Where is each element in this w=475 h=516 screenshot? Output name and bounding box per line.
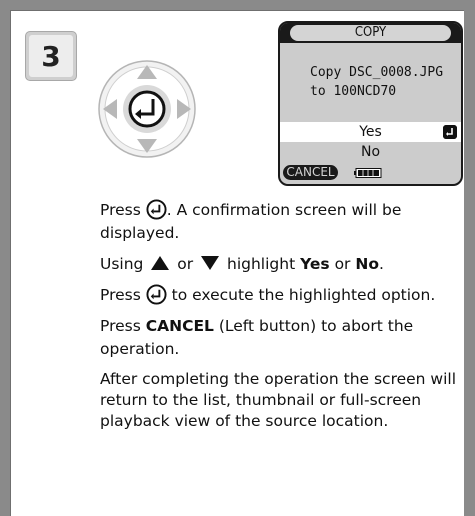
screen-message-line2: to 100NCD70: [310, 84, 397, 99]
text: or: [334, 255, 351, 273]
text: highlight: [227, 255, 296, 273]
instruction-1: Press . A confirmation screen will be di…: [100, 199, 470, 245]
instruction-2: Using or highlight Yes or No.: [100, 253, 470, 276]
screen-title: COPY: [290, 25, 451, 41]
option-yes-label: Yes: [359, 124, 382, 140]
instruction-4: Press CANCEL (Left button) to abort the …: [100, 315, 470, 361]
copy-confirmation-screen: COPY Copy DSC_0008.JPG to 100NCD70 Yes N…: [278, 21, 463, 186]
text: .: [379, 255, 384, 273]
up-arrow-icon: [151, 256, 170, 270]
text: Press: [100, 201, 141, 219]
enter-button-icon: [146, 284, 167, 305]
cancel-emphasis: CANCEL: [145, 317, 214, 335]
instruction-5: After completing the operation the scree…: [100, 370, 457, 430]
option-yes[interactable]: Yes: [280, 122, 461, 142]
battery-icon: [354, 168, 382, 178]
text: Press: [100, 317, 141, 335]
down-arrow-icon: [201, 256, 220, 270]
no-emphasis: No: [355, 255, 379, 273]
text: or: [177, 255, 194, 273]
screen-message: Copy DSC_0008.JPG to 100NCD70: [310, 63, 460, 101]
cancel-button[interactable]: CANCEL: [283, 165, 338, 180]
instruction-3: Press to execute the highlighted option.: [100, 284, 470, 307]
enter-button-icon: [146, 199, 167, 220]
instructions: Press . A confirmation screen will be di…: [100, 199, 470, 440]
step-number: 3: [29, 35, 73, 77]
screen-title-bar: COPY: [280, 23, 461, 43]
multi-selector-icon: [98, 60, 196, 158]
text: to execute the highlighted option.: [171, 286, 436, 304]
yes-emphasis: Yes: [300, 255, 330, 273]
enter-icon: [443, 125, 457, 139]
option-no[interactable]: No: [280, 142, 461, 162]
step-badge: 3: [25, 31, 77, 81]
text: Press: [100, 286, 141, 304]
page-panel: 3 COPY Copy DSC_0008.JPG to 100NCD70 Yes: [10, 10, 464, 516]
text: Using: [100, 255, 144, 273]
screen-status-bar: CANCEL: [280, 164, 461, 184]
screen-message-line1: Copy DSC_0008.JPG: [310, 65, 444, 80]
